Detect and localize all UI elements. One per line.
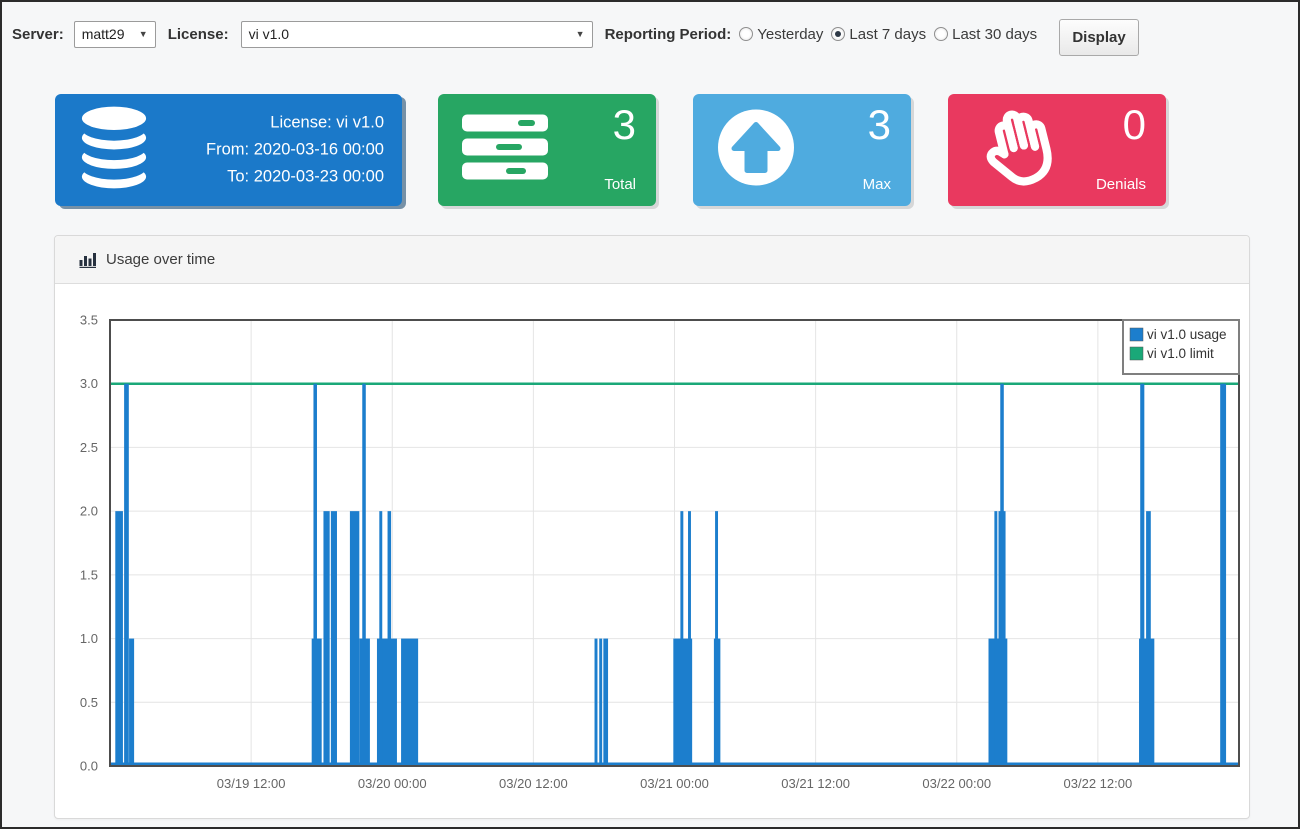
server-select[interactable]: matt29 ▼ [74, 21, 156, 48]
display-button[interactable]: Display [1059, 19, 1139, 56]
license-line: License: vi v1.0 [206, 110, 384, 137]
svg-text:2.0: 2.0 [80, 504, 98, 519]
total-label: Total [604, 176, 636, 193]
svg-text:vi v1.0 usage: vi v1.0 usage [1147, 327, 1227, 342]
total-card: 3 Total [438, 94, 656, 206]
denials-card: 0 Denials [948, 94, 1166, 206]
radio-yesterday[interactable] [739, 27, 753, 41]
svg-text:03/21 12:00: 03/21 12:00 [781, 776, 850, 791]
svg-text:0.5: 0.5 [80, 695, 98, 710]
svg-text:1.5: 1.5 [80, 567, 98, 582]
to-line: To: 2020-03-23 00:00 [206, 164, 384, 191]
database-icon [79, 105, 149, 196]
chevron-down-icon: ▼ [576, 29, 585, 39]
max-label: Max [863, 176, 891, 193]
svg-text:0.0: 0.0 [80, 759, 98, 774]
usage-panel-header: Usage over time [55, 236, 1249, 284]
usage-chart[interactable]: 0.0 0.5 1.0 1.5 2.0 2.5 3.0 3.5 03/19 12:00 03/20… [55, 284, 1249, 818]
radio-last-7-days[interactable] [831, 27, 845, 41]
svg-text:vi v1.0 limit: vi v1.0 limit [1147, 346, 1214, 361]
server-select-value: matt29 [82, 26, 125, 42]
svg-text:03/21 00:00: 03/21 00:00 [640, 776, 709, 791]
radio-last-30-days[interactable] [934, 27, 948, 41]
server-label: Server: [12, 26, 64, 43]
hand-stop-icon [972, 102, 1060, 199]
license-period-text: License: vi v1.0 From: 2020-03-16 00:00 … [206, 110, 384, 191]
from-line: From: 2020-03-16 00:00 [206, 137, 384, 164]
arrow-up-circle-icon [717, 109, 795, 192]
license-period-card: License: vi v1.0 From: 2020-03-16 00:00 … [55, 94, 402, 206]
svg-text:03/20 00:00: 03/20 00:00 [358, 776, 427, 791]
usage-panel-title: Usage over time [106, 251, 215, 268]
svg-text:03/22 12:00: 03/22 12:00 [1064, 776, 1133, 791]
max-card: 3 Max [693, 94, 911, 206]
radio-yesterday-label[interactable]: Yesterday [757, 26, 823, 43]
chevron-down-icon: ▼ [139, 29, 148, 39]
license-select[interactable]: vi v1.0 ▼ [241, 21, 593, 48]
svg-text:3.0: 3.0 [80, 376, 98, 391]
bar-chart-icon [79, 252, 97, 268]
app-window: Server: matt29 ▼ License: vi v1.0 ▼ Repo… [0, 0, 1300, 829]
server-stack-icon [462, 115, 548, 186]
svg-text:2.5: 2.5 [80, 440, 98, 455]
reporting-period-label: Reporting Period: [605, 26, 732, 43]
denials-label: Denials [1096, 176, 1146, 193]
svg-text:3.5: 3.5 [80, 313, 98, 328]
usage-panel: Usage over time 0.0 0.5 1.0 1.5 2.0 2.5 3.0 3.5… [54, 235, 1250, 819]
license-select-value: vi v1.0 [249, 26, 289, 42]
total-value: 3 [613, 102, 636, 148]
radio-last-7-days-label[interactable]: Last 7 days [849, 26, 926, 43]
license-label: License: [168, 26, 229, 43]
svg-text:03/22 00:00: 03/22 00:00 [922, 776, 991, 791]
svg-text:03/19 12:00: 03/19 12:00 [217, 776, 286, 791]
max-value: 3 [868, 102, 891, 148]
radio-last-30-days-label[interactable]: Last 30 days [952, 26, 1037, 43]
toolbar: Server: matt29 ▼ License: vi v1.0 ▼ Repo… [12, 2, 1037, 66]
usage-chart-area: 0.0 0.5 1.0 1.5 2.0 2.5 3.0 3.5 03/19 12:00 03/20… [55, 284, 1249, 818]
period-radio-group: Yesterday Last 7 days Last 30 days [731, 26, 1037, 43]
denials-value: 0 [1123, 102, 1146, 148]
svg-text:1.0: 1.0 [80, 631, 98, 646]
svg-text:03/20 12:00: 03/20 12:00 [499, 776, 568, 791]
